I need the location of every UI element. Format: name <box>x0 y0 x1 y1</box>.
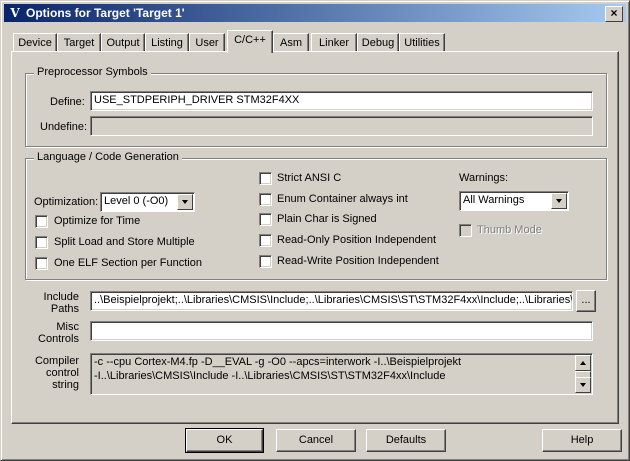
preprocessor-group-title: Preprocessor Symbols <box>34 66 151 78</box>
tab-listing[interactable]: Listing <box>145 33 189 52</box>
one-elf-section-checkbox[interactable] <box>35 257 48 270</box>
strict-ansi-c-checkbox[interactable] <box>259 172 272 185</box>
define-label: Define: <box>50 96 85 108</box>
rw-position-independent-label[interactable]: Read-Write Position Independent <box>277 255 439 267</box>
include-paths-browse-button[interactable]: ... <box>576 290 596 312</box>
compiler-control-scrollbar[interactable] <box>575 355 591 393</box>
plain-char-signed-checkbox[interactable] <box>259 213 272 226</box>
title-bar[interactable]: V Options for Target 'Target 1' × <box>4 4 626 22</box>
strict-ansi-c-label[interactable]: Strict ANSI C <box>277 172 341 184</box>
include-paths-field[interactable]: ..\Beispielprojekt;..\Libraries\CMSIS\In… <box>90 291 573 311</box>
window-title: Options for Target 'Target 1' <box>26 6 185 20</box>
compiler-control-label: Compiler control string <box>34 355 79 391</box>
keil-uvision-icon: V <box>10 6 20 20</box>
tab-asm[interactable]: Asm <box>273 33 309 52</box>
split-load-store-label[interactable]: Split Load and Store Multiple <box>54 236 195 248</box>
warnings-label: Warnings: <box>459 172 509 184</box>
rw-position-independent-checkbox[interactable] <box>259 255 272 268</box>
language-group-title: Language / Code Generation <box>34 151 182 163</box>
tab-utilities[interactable]: Utilities <box>399 33 445 52</box>
tab-device[interactable]: Device <box>13 33 57 52</box>
help-button[interactable]: Help <box>542 429 622 452</box>
optimize-for-time-checkbox[interactable] <box>35 215 48 228</box>
scroll-up-icon[interactable] <box>575 355 591 371</box>
undefine-label: Undefine: <box>40 121 88 133</box>
tab-linker[interactable]: Linker <box>311 33 357 52</box>
compiler-control-line: -c --cpu Cortex-M4.fp -D__EVAL -g -O0 --… <box>94 356 462 368</box>
include-paths-label: Include Paths <box>43 291 79 315</box>
ro-position-independent-checkbox[interactable] <box>259 234 272 247</box>
one-elf-section-label[interactable]: One ELF Section per Function <box>54 257 202 269</box>
thumb-mode-checkbox <box>459 224 472 237</box>
defaults-button[interactable]: Defaults <box>366 429 446 452</box>
tab-c-cpp[interactable]: C/C++ <box>227 30 273 53</box>
misc-controls-field[interactable] <box>90 321 593 341</box>
close-button[interactable]: × <box>605 6 623 22</box>
split-load-store-checkbox[interactable] <box>35 236 48 249</box>
warnings-select[interactable]: All Warnings <box>459 191 569 211</box>
chevron-down-icon[interactable] <box>551 193 567 209</box>
optimization-value: Level 0 (-O0) <box>104 195 169 207</box>
ro-position-independent-label[interactable]: Read-Only Position Independent <box>277 234 436 246</box>
tab-output[interactable]: Output <box>101 33 145 52</box>
undefine-field[interactable] <box>90 116 593 136</box>
optimization-select[interactable]: Level 0 (-O0) <box>100 192 195 212</box>
options-dialog: V Options for Target 'Target 1' × Device… <box>0 0 630 461</box>
plain-char-signed-label[interactable]: Plain Char is Signed <box>277 213 377 225</box>
enum-container-checkbox[interactable] <box>259 193 272 206</box>
tab-target[interactable]: Target <box>57 33 101 52</box>
warnings-value: All Warnings <box>463 194 525 206</box>
scroll-down-icon[interactable] <box>575 377 591 393</box>
tab-user[interactable]: User <box>189 33 225 52</box>
compiler-control-line: -I..\Libraries\CMSIS\Include -I..\Librar… <box>94 370 446 382</box>
optimize-for-time-label[interactable]: Optimize for Time <box>54 215 140 227</box>
cancel-button[interactable]: Cancel <box>276 429 356 452</box>
define-field[interactable]: USE_STDPERIPH_DRIVER STM32F4XX <box>90 91 593 111</box>
enum-container-label[interactable]: Enum Container always int <box>277 193 408 205</box>
compiler-control-string[interactable]: -c --cpu Cortex-M4.fp -D__EVAL -g -O0 --… <box>90 353 593 395</box>
optimization-label: Optimization: <box>34 196 99 208</box>
thumb-mode-label: Thumb Mode <box>477 224 542 236</box>
chevron-down-icon[interactable] <box>177 194 193 210</box>
tab-debug[interactable]: Debug <box>357 33 399 52</box>
misc-controls-label: Misc Controls <box>38 321 79 345</box>
ok-button[interactable]: OK <box>185 428 264 453</box>
